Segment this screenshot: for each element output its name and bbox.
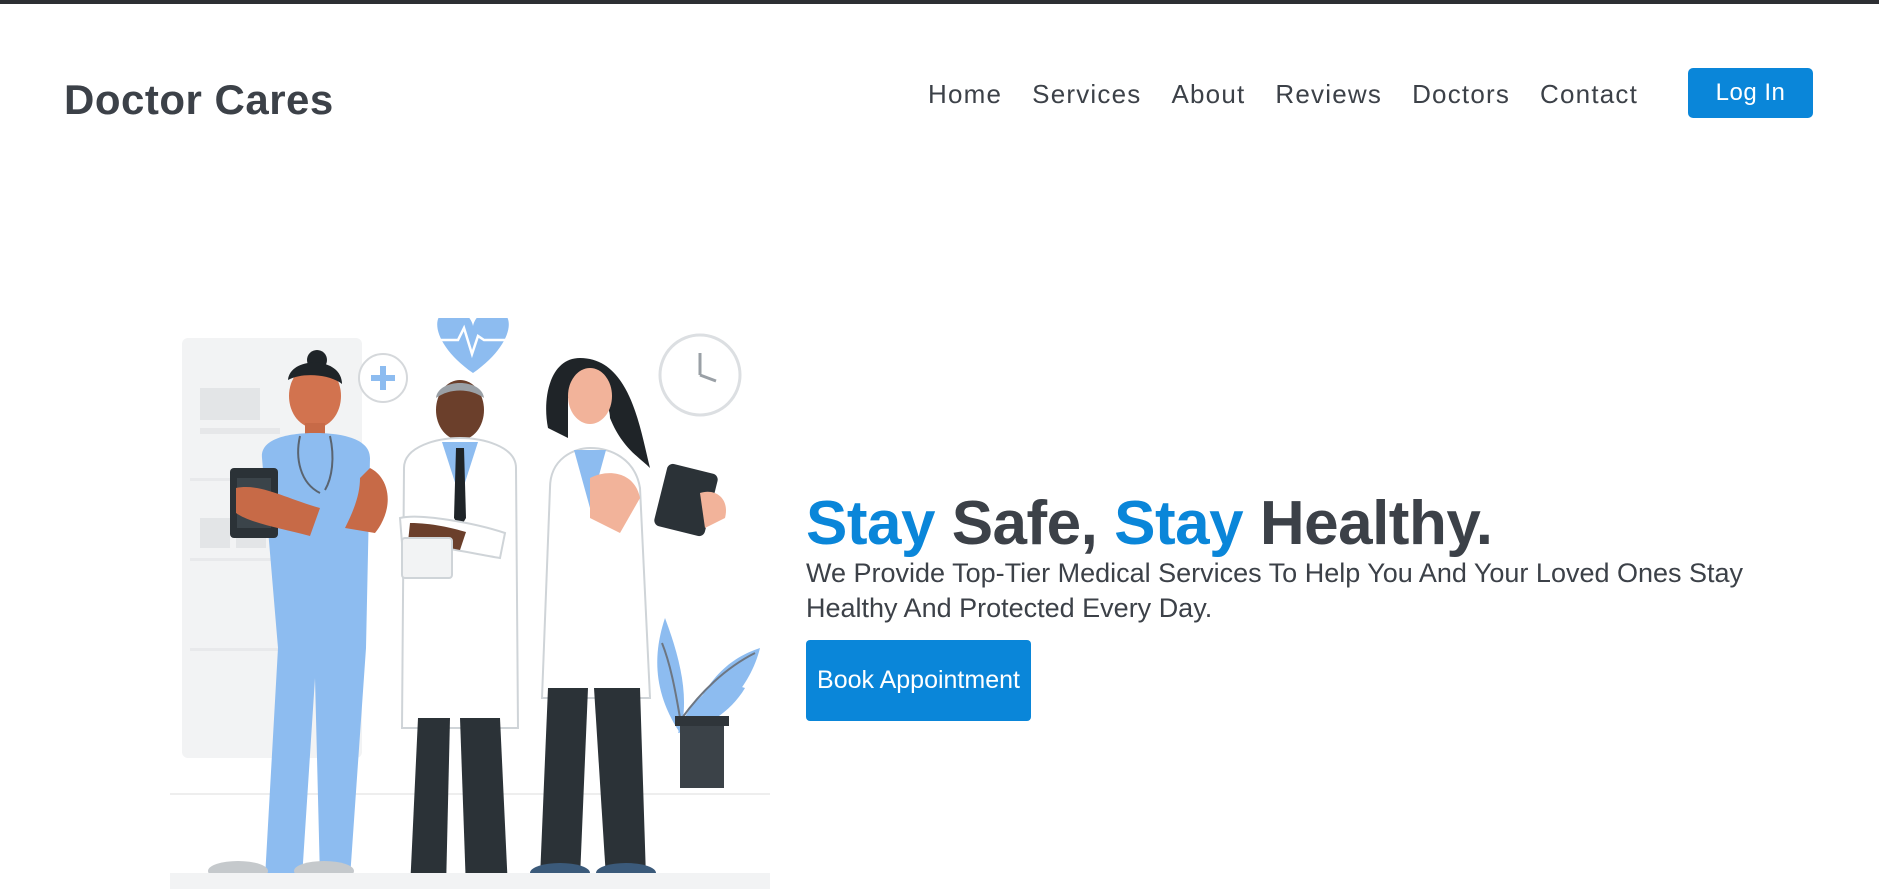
doctors-illustration — [170, 318, 770, 889]
nav-contact[interactable]: Contact — [1540, 78, 1638, 110]
male-doctor-figure — [398, 380, 520, 889]
headline-word-safe: Safe, — [951, 489, 1098, 558]
login-button[interactable]: Log In — [1688, 68, 1813, 118]
nav-home[interactable]: Home — [928, 78, 1002, 110]
nav-doctors[interactable]: Doctors — [1412, 78, 1510, 110]
window-top-bar — [0, 0, 1879, 4]
nav-reviews[interactable]: Reviews — [1275, 78, 1382, 110]
headline-word-stay: Stay — [806, 489, 935, 558]
headline-word-stay-2: Stay — [1114, 489, 1244, 558]
main-nav: Home Services About Reviews Doctors Cont… — [928, 78, 1668, 110]
book-appointment-button[interactable]: Book Appointment — [806, 640, 1031, 721]
headline-word-healthy: Healthy. — [1259, 489, 1493, 558]
site-logo[interactable]: Doctor Cares — [64, 76, 334, 124]
nav-about[interactable]: About — [1171, 78, 1245, 110]
hero-subtext: We Provide Top-Tier Medical Services To … — [806, 558, 1744, 623]
ground-shadow — [170, 873, 770, 889]
heart-pulse-icon — [437, 318, 509, 373]
plus-chat-icon — [358, 353, 408, 403]
female-doctor-figure — [530, 358, 726, 883]
nav-services[interactable]: Services — [1032, 78, 1141, 110]
clock-icon — [658, 333, 742, 417]
plant-shape — [657, 618, 760, 788]
hero-headline: Stay Safe, Stay Healthy. — [806, 488, 1493, 559]
